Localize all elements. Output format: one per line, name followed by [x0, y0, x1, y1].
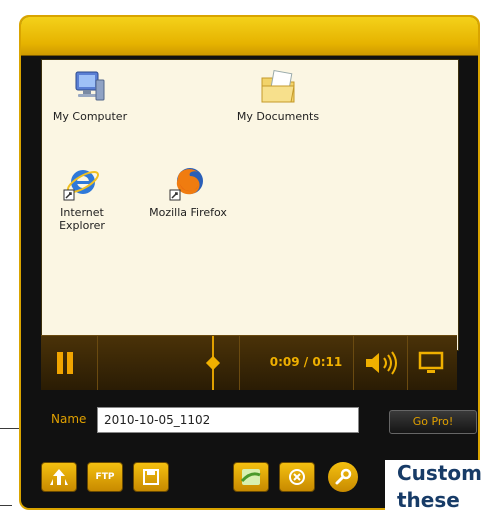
desktop-icon-internet-explorer[interactable]: Internet Explorer — [42, 164, 130, 232]
desktop-icon-label: Mozilla Firefox — [149, 206, 227, 219]
firefox-icon — [169, 168, 203, 201]
control-divider — [239, 336, 240, 390]
save-button[interactable] — [133, 462, 169, 492]
go-pro-button[interactable]: Go Pro! — [389, 410, 477, 434]
control-divider — [353, 336, 354, 390]
callout-text: Custom these — [385, 460, 481, 512]
desktop-icon-label: My Documents — [236, 110, 320, 123]
callout-line2: these — [397, 488, 460, 512]
desktop-icon-my-documents[interactable]: My Documents — [230, 68, 326, 123]
control-divider — [97, 336, 98, 390]
settings-button[interactable] — [328, 462, 358, 492]
fullscreen-monitor-icon[interactable] — [418, 350, 444, 376]
internet-explorer-icon — [63, 170, 100, 201]
desktop-icon-label: My Computer — [52, 110, 128, 123]
name-input[interactable] — [97, 407, 359, 433]
documents-folder-icon — [261, 70, 295, 103]
desktop-icon-mozilla-firefox[interactable]: Mozilla Firefox — [140, 164, 236, 219]
capture-preview-screen: My Computer My Documents Internet Explor… — [41, 59, 459, 351]
ftp-label: FTP — [95, 472, 115, 482]
desktop-icon-my-computer[interactable]: My Computer — [42, 68, 138, 123]
capture-window: My Computer My Documents Internet Explor… — [19, 15, 480, 510]
screencast-logo-icon — [241, 469, 261, 485]
name-label: Name — [51, 412, 87, 426]
cancel-button[interactable] — [279, 462, 315, 492]
upload-icon — [50, 469, 68, 485]
time-readout: 0:09 / 0:11 — [269, 355, 343, 369]
desktop-icon-label-line1: Internet — [60, 206, 104, 219]
name-row: Name Go Pro! — [41, 407, 478, 437]
guide-tick — [0, 505, 12, 506]
close-circle-icon — [289, 469, 305, 485]
save-icon — [143, 469, 159, 485]
screencast-button[interactable] — [233, 462, 269, 492]
ftp-button[interactable]: FTP — [87, 462, 123, 492]
upload-button[interactable] — [41, 462, 77, 492]
volume-icon[interactable] — [363, 350, 403, 376]
title-bar[interactable] — [21, 17, 478, 56]
callout-line1: Custom — [397, 461, 481, 485]
control-divider — [407, 336, 408, 390]
timeline-knob[interactable] — [205, 355, 221, 371]
playback-controls: 0:09 / 0:11 — [41, 335, 457, 390]
pause-button[interactable] — [57, 352, 73, 374]
wrench-icon — [335, 468, 352, 485]
guide-line — [0, 428, 20, 429]
computer-icon — [75, 71, 105, 101]
desktop-icon-label-line2: Explorer — [59, 219, 105, 232]
pause-bar-icon — [67, 352, 73, 374]
pause-bar-icon — [57, 352, 63, 374]
